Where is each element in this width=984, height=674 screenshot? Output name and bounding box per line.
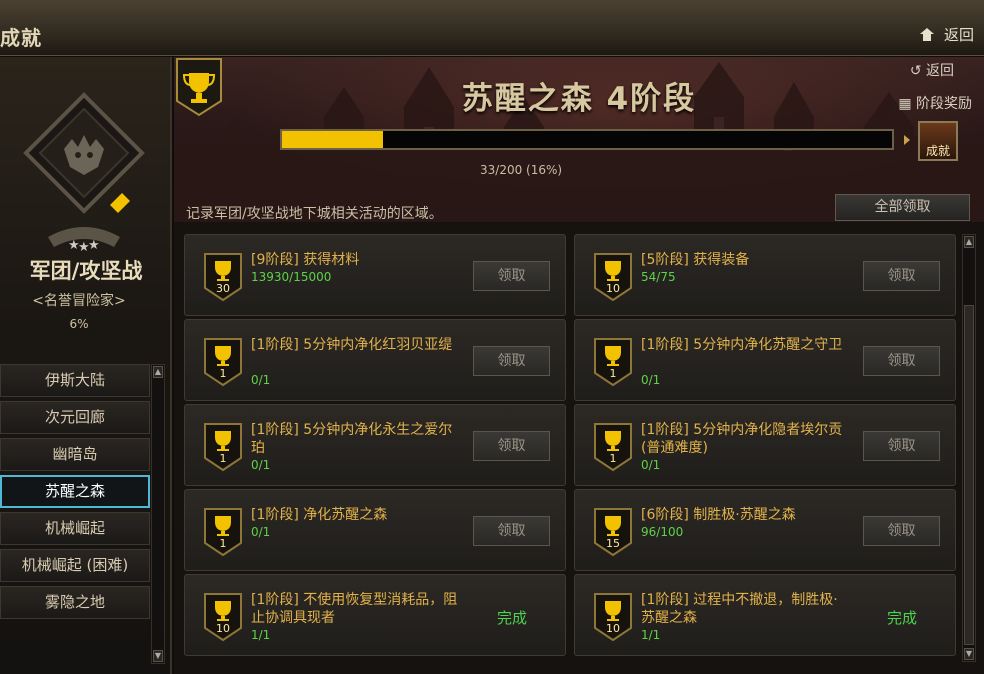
scroll-down-icon[interactable]: ▼	[153, 650, 163, 662]
category-panel: ★ ★ ★ 军团/攻坚战 <名誉冒险家> 6% 伊斯大陆 次元回廊 幽暗岛 苏醒…	[0, 57, 172, 674]
achievement-badge-label: 成就	[925, 144, 950, 158]
achievement-title: [1阶段] 5分钟内净化隐者埃尔贡 (普通难度)	[641, 422, 843, 456]
scroll-thumb[interactable]	[964, 305, 974, 645]
achievement-title: [1阶段] 5分钟内净化红羽贝亚缇	[251, 337, 453, 353]
achievement-points: 1	[219, 367, 227, 380]
claim-all-button[interactable]: 全部领取	[835, 194, 970, 221]
achievement-progress: 54/75	[641, 270, 676, 284]
title-bar: 成就 返回	[0, 0, 984, 56]
achievement-points: 1	[609, 367, 617, 380]
achievement-progress: 0/1	[251, 525, 271, 539]
stage-title: 苏醒之森 4阶段	[461, 81, 697, 117]
achievement-list: 30 [9阶段] 获得材料 13930/15000 领取 10 [5阶段] 获得装备 54/…	[184, 234, 956, 662]
achievement-card: 10 [1阶段] 不使用恢复型消耗品，阻止协调具现者 1/1 完成	[184, 574, 566, 656]
achievement-progress: 0/1	[251, 458, 271, 472]
achievement-progress: 1/1	[641, 628, 661, 642]
home-return-label: 返回	[943, 26, 974, 44]
back-label: 返回	[926, 63, 954, 79]
stage-banner: 苏醒之森 4阶段 ↺ 返回 ▦ 阶段奖励 成就 33/200 (16%) 记录军…	[174, 57, 984, 222]
home-return-button[interactable]: 返回	[919, 24, 974, 45]
achievement-scrollbar[interactable]: ▲ ▼	[962, 234, 976, 662]
menu-item-dark-island[interactable]: 幽暗岛	[0, 438, 150, 471]
stage-progress-fill	[282, 131, 383, 148]
achievement-title: [1阶段] 5分钟内净化苏醒之守卫	[641, 337, 843, 353]
claim-button[interactable]: 领取	[863, 346, 940, 376]
achievement-points: 1	[609, 452, 617, 465]
achievement-points: 10	[606, 282, 620, 295]
scroll-up-icon[interactable]: ▲	[153, 366, 163, 378]
region-menu: 伊斯大陆 次元回廊 幽暗岛 苏醒之森 机械崛起 机械崛起 (困难) 雾隐之地	[0, 364, 150, 623]
achievement-points: 10	[606, 622, 620, 635]
achievement-progress: 1/1	[251, 628, 271, 642]
menu-item-machine-rise-hard[interactable]: 机械崛起 (困难)	[0, 549, 150, 582]
stage-trophy-icon	[176, 58, 222, 117]
achievement-title: [1阶段] 净化苏醒之森	[251, 507, 388, 523]
category-subtitle: <名誉冒险家>	[32, 293, 126, 309]
claim-button[interactable]: 领取	[473, 431, 550, 461]
stage-reward-button[interactable]: ▦ 阶段奖励	[898, 93, 972, 113]
achievement-progress: 0/1	[641, 458, 661, 472]
achievement-card: 1 [1阶段] 净化苏醒之森 0/1 领取	[184, 489, 566, 571]
achievement-progress: 13930/15000	[251, 270, 332, 284]
claim-button[interactable]: 领取	[863, 516, 940, 546]
stage-reward-label: 阶段奖励	[916, 96, 972, 112]
achievement-card: 10 [5阶段] 获得装备 54/75 领取	[574, 234, 956, 316]
achievement-progress: 0/1	[251, 373, 271, 387]
menu-item-machine-rise[interactable]: 机械崛起	[0, 512, 150, 545]
achievement-complete-status: 完成	[887, 609, 918, 627]
menu-item-awakened-forest[interactable]: 苏醒之森	[0, 475, 150, 508]
menu-item-dimension-corridor[interactable]: 次元回廊	[0, 401, 150, 434]
stage-description: 记录军团/攻坚战地下城相关活动的区域。	[186, 206, 443, 222]
achievement-title: [6阶段] 制胜极·苏醒之森	[641, 507, 796, 523]
claim-button[interactable]: 领取	[473, 346, 550, 376]
achievement-points: 1	[219, 537, 227, 550]
claim-button[interactable]: 领取	[473, 516, 550, 546]
category-percent: 6%	[69, 317, 89, 331]
achievement-card: 1 [1阶段] 5分钟内净化永生之爱尔珀 0/1 领取	[184, 404, 566, 486]
svg-text:★: ★	[88, 238, 100, 253]
achievement-progress: 96/100	[641, 525, 684, 539]
achievement-main-panel: 苏醒之森 4阶段 ↺ 返回 ▦ 阶段奖励 成就 33/200 (16%) 记录军…	[174, 57, 984, 674]
menu-item-isi-continent[interactable]: 伊斯大陆	[0, 364, 150, 397]
menu-item-mist-land[interactable]: 雾隐之地	[0, 586, 150, 619]
claim-button[interactable]: 领取	[473, 261, 550, 291]
scroll-down-icon[interactable]: ▼	[964, 648, 974, 660]
menu-scrollbar[interactable]: ▲ ▼	[151, 364, 165, 664]
achievement-points: 1	[219, 452, 227, 465]
category-title: 军团/攻坚战	[29, 259, 143, 283]
achievement-points: 10	[216, 622, 230, 635]
stage-progress-bar	[280, 129, 894, 150]
arrow-right-icon	[904, 135, 910, 145]
back-button[interactable]: ↺ 返回	[910, 60, 954, 80]
home-icon	[919, 28, 934, 41]
achievement-points: 30	[216, 282, 230, 295]
achievement-complete-status: 完成	[497, 609, 528, 627]
achievement-points: 15	[606, 537, 620, 550]
achievement-card: 1 [1阶段] 5分钟内净化隐者埃尔贡 (普通难度) 0/1 领取	[574, 404, 956, 486]
claim-button[interactable]: 领取	[863, 261, 940, 291]
achievement-progress: 0/1	[641, 373, 661, 387]
achievement-title: [9阶段] 获得材料	[251, 252, 360, 268]
achievement-title: [1阶段] 不使用恢复型消耗品，阻止协调具现者	[251, 592, 458, 626]
achievement-card: 1 [1阶段] 5分钟内净化苏醒之守卫 0/1 领取	[574, 319, 956, 401]
window-title: 成就	[0, 26, 42, 50]
achievement-badge-icon[interactable]: 成就	[918, 121, 958, 161]
achievement-title: [1阶段] 过程中不撤退，制胜极·苏醒之森	[641, 592, 838, 626]
achievement-card: 10 [1阶段] 过程中不撤退，制胜极·苏醒之森 1/1 完成	[574, 574, 956, 656]
legion-emblem-icon: ★ ★ ★	[23, 92, 145, 255]
achievement-card: 30 [9阶段] 获得材料 13930/15000 领取	[184, 234, 566, 316]
achievement-title: [1阶段] 5分钟内净化永生之爱尔珀	[251, 422, 453, 456]
achievement-card: 15 [6阶段] 制胜极·苏醒之森 96/100 领取	[574, 489, 956, 571]
achievement-title: [5阶段] 获得装备	[641, 252, 750, 268]
stage-progress-text: 33/200 (16%)	[480, 163, 563, 177]
achievement-card: 1 [1阶段] 5分钟内净化红羽贝亚缇 0/1 领取	[184, 319, 566, 401]
claim-button[interactable]: 领取	[863, 431, 940, 461]
scroll-up-icon[interactable]: ▲	[964, 236, 974, 248]
